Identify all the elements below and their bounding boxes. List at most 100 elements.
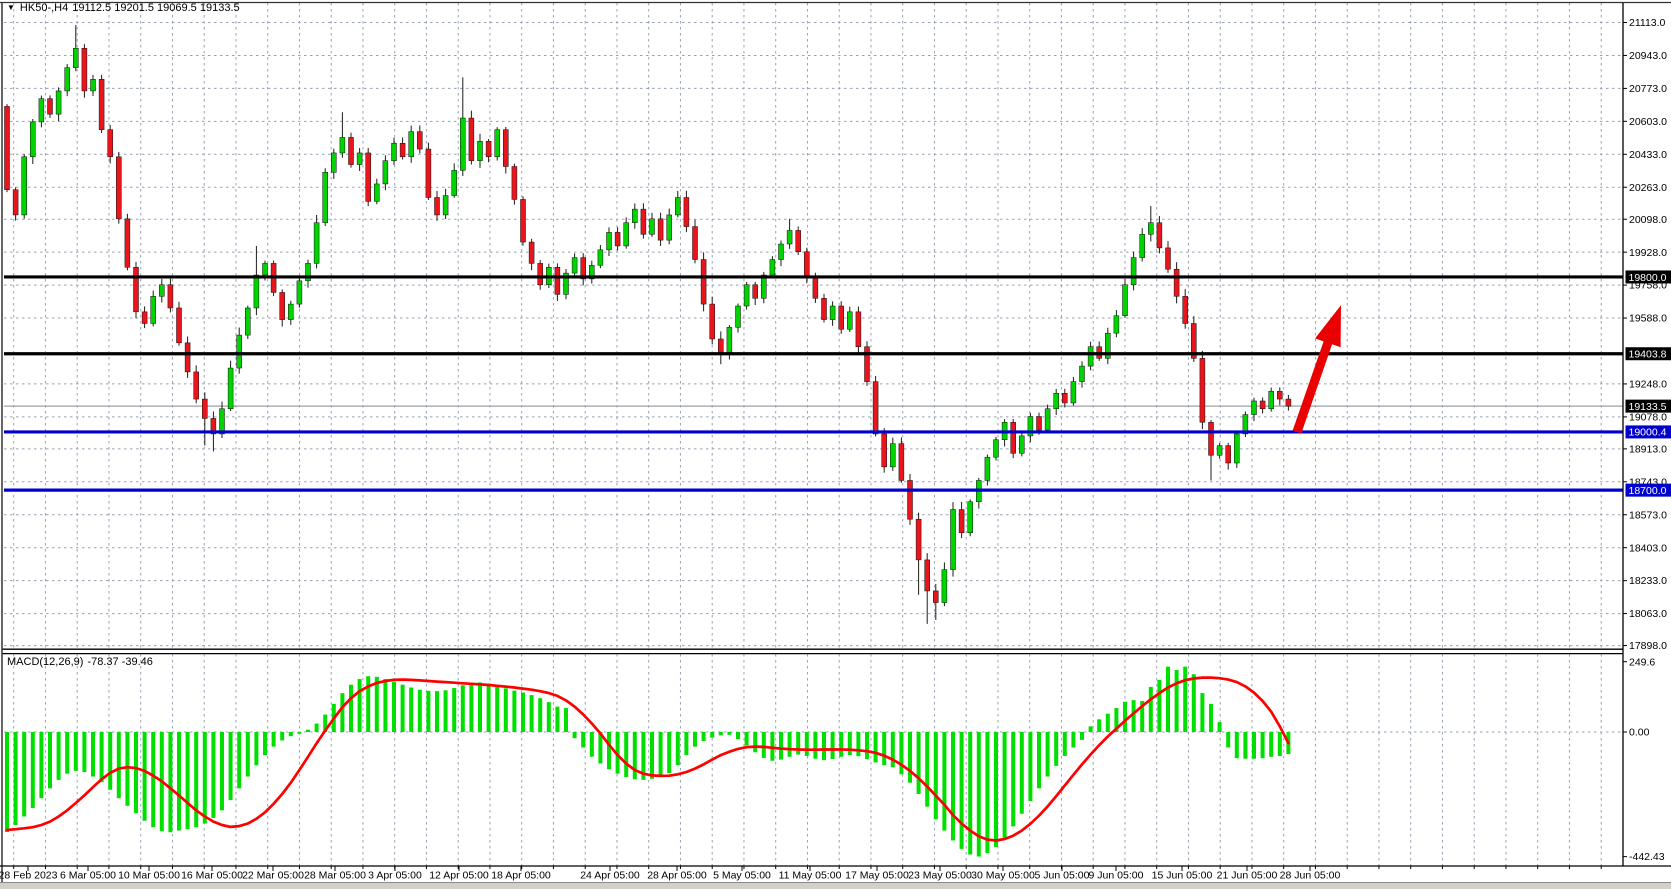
macd-histogram-bar <box>39 732 43 798</box>
chart-ohlc-header: ▼HK50-,H419112.5 19201.5 19069.5 19133.5 <box>7 1 244 15</box>
macd-histogram-bar <box>82 732 86 772</box>
price-tick-label: 20773.0 <box>1629 83 1667 95</box>
bear-candle <box>13 190 18 215</box>
bear-candle <box>1062 393 1067 403</box>
macd-histogram-bar <box>237 732 241 788</box>
bear-candle <box>925 560 930 591</box>
macd-histogram-bar <box>899 732 903 774</box>
macd-histogram-bar <box>358 679 362 732</box>
bull-candle <box>951 510 956 570</box>
macd-histogram-bar <box>1175 670 1179 732</box>
macd-histogram-bar <box>1028 732 1032 801</box>
bear-candle <box>417 132 422 149</box>
bear-candle <box>916 519 921 560</box>
bear-candle <box>5 106 10 189</box>
macd-histogram-bar <box>246 732 250 777</box>
time-tick-label: 28 Feb 2023 <box>0 870 58 882</box>
price-tick-label: 17898.0 <box>1629 640 1667 652</box>
macd-histogram-bar <box>375 677 379 732</box>
macd-histogram-bar <box>736 732 740 739</box>
macd-values: -78.37 -39.46 <box>87 656 152 668</box>
bear-candle <box>168 285 173 308</box>
bear-candle <box>1277 391 1282 399</box>
macd-tick-label: -442.43 <box>1629 851 1665 863</box>
macd-histogram-bar <box>762 732 766 758</box>
macd-histogram-bar <box>280 732 284 740</box>
bull-candle <box>228 368 233 409</box>
bear-candle <box>529 242 534 263</box>
macd-histogram-bar <box>590 732 594 757</box>
macd-histogram-bar <box>512 691 516 732</box>
time-tick-label: 22 Mar 05:00 <box>242 870 304 882</box>
bear-candle <box>1209 422 1214 455</box>
macd-histogram-bar <box>100 732 104 782</box>
bull-candle <box>460 118 465 170</box>
macd-histogram-bar <box>383 679 387 732</box>
bear-candle <box>125 219 130 267</box>
time-tick-label: 17 May 05:00 <box>845 870 909 882</box>
time-tick-label: 23 May 05:00 <box>908 870 972 882</box>
bull-candle <box>968 502 973 533</box>
bear-candle <box>813 277 818 298</box>
price-tick-label: 20433.0 <box>1629 149 1667 161</box>
chevron-down-icon[interactable]: ▼ <box>7 3 15 12</box>
bull-candle <box>73 48 78 67</box>
macd-histogram-bar <box>684 732 688 755</box>
macd-histogram-bar <box>1218 722 1222 732</box>
bull-candle <box>151 296 156 323</box>
price-chart-svg[interactable]: 21113.020943.020773.020603.020433.020263… <box>0 0 1671 889</box>
bull-candle <box>1123 285 1128 316</box>
macd-histogram-bar <box>1071 732 1075 747</box>
macd-histogram-bar <box>1003 732 1007 838</box>
bull-candle <box>65 68 70 91</box>
bull-candle <box>288 304 293 320</box>
macd-histogram-bar <box>444 690 448 732</box>
macd-histogram-bar <box>1080 732 1084 740</box>
price-tick-label: 20263.0 <box>1629 182 1667 194</box>
bull-candle <box>357 153 362 165</box>
time-tick-label: 21 Jun 05:00 <box>1217 870 1278 882</box>
bear-candle <box>142 312 147 324</box>
bear-candle <box>753 285 758 299</box>
macd-histogram-bar <box>607 732 611 769</box>
macd-histogram-bar <box>555 707 559 732</box>
macd-histogram-bar <box>719 732 723 735</box>
time-tick-label: 24 Apr 05:00 <box>580 870 640 882</box>
macd-histogram-bar <box>710 732 714 738</box>
symbol-timeframe-label: HK50-,H4 <box>20 2 68 14</box>
bear-candle <box>400 143 405 157</box>
macd-histogram-bar <box>1149 687 1153 732</box>
macd-histogram-bar <box>1011 732 1015 826</box>
bull-candle <box>632 209 637 223</box>
macd-histogram-bar <box>779 732 783 760</box>
bear-candle <box>804 252 809 277</box>
bull-candle <box>1131 258 1136 285</box>
macd-histogram-bar <box>745 732 749 746</box>
bear-candle <box>710 304 715 339</box>
price-tick-label: 19078.0 <box>1629 411 1667 423</box>
macd-histogram-bar <box>530 695 534 732</box>
time-tick-label: 3 Apr 05:00 <box>368 870 422 882</box>
macd-histogram-bar <box>1192 674 1196 732</box>
macd-histogram-bar <box>951 732 955 840</box>
price-tick-label: 18403.0 <box>1629 542 1667 554</box>
macd-histogram-bar <box>14 732 18 825</box>
bull-candle <box>1088 347 1093 366</box>
bull-candle <box>1217 446 1222 456</box>
bear-candle <box>718 339 723 353</box>
bear-candle <box>908 480 913 519</box>
macd-histogram-bar <box>426 691 430 732</box>
macd-histogram-bar <box>1235 732 1239 758</box>
bear-candle <box>1157 223 1162 248</box>
bull-candle <box>443 196 448 215</box>
macd-histogram-bar <box>521 693 525 732</box>
bear-candle <box>469 118 474 161</box>
macd-histogram-bar <box>753 732 757 752</box>
macd-histogram-bar <box>805 732 809 756</box>
macd-histogram-bar <box>117 732 121 798</box>
price-tick-label: 18913.0 <box>1629 443 1667 455</box>
price-tick-label: 20098.0 <box>1629 214 1667 226</box>
time-tick-label: 6 Mar 05:00 <box>60 870 116 882</box>
bear-candle <box>134 267 139 312</box>
bear-candle <box>108 130 113 157</box>
